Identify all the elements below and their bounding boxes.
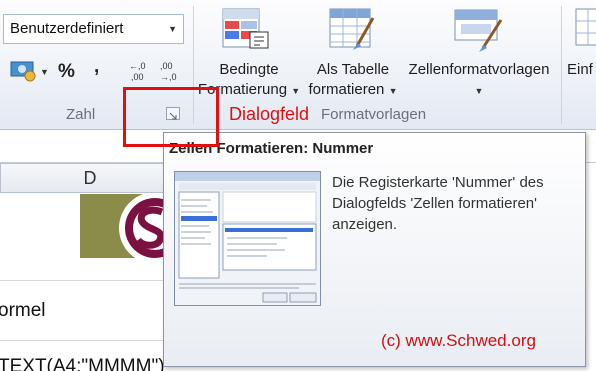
increase-decimal-icon: ←,0 ,00 xyxy=(129,61,146,82)
group-label-number: Zahl xyxy=(66,106,96,123)
logo-image xyxy=(80,194,163,258)
format-as-table-label-2: formatieren xyxy=(308,81,385,98)
chevron-down-icon[interactable]: ▼ xyxy=(168,15,177,43)
cell-styles-label: Zellenformatvorlagen xyxy=(408,61,550,78)
highlight-box xyxy=(123,87,219,147)
decrease-decimal-icon: ,00 →,0 xyxy=(160,61,177,82)
percent-style-button[interactable]: % xyxy=(58,61,75,83)
increase-decimal-button[interactable]: ←,0 ,00 xyxy=(127,60,151,82)
insert-cells-label[interactable]: Einf xyxy=(567,60,593,80)
svg-text:,00: ,00 xyxy=(131,72,144,82)
currency-dropdown-icon[interactable]: ▼ xyxy=(40,67,49,77)
conditional-formatting-icon[interactable] xyxy=(220,6,272,54)
svg-text:←,0: ←,0 xyxy=(129,61,146,71)
currency-icon xyxy=(10,61,36,82)
cell-styles-button[interactable]: Zellenformatvorlagen ▼ xyxy=(401,60,557,101)
comma-style-button[interactable]: , xyxy=(94,56,99,78)
chevron-down-icon: ▼ xyxy=(474,86,484,96)
insert-cells-icon[interactable] xyxy=(574,6,596,54)
schwed-logo-icon xyxy=(119,194,163,258)
chevron-down-icon: ▼ xyxy=(291,86,301,96)
number-format-value: Benutzerdefiniert xyxy=(10,20,124,37)
row-gridline xyxy=(0,280,163,281)
group-label-styles: Formatvorlagen xyxy=(321,106,427,123)
column-header-d[interactable]: D xyxy=(0,163,180,193)
svg-text:,00: ,00 xyxy=(160,61,173,71)
cell-styles-icon[interactable] xyxy=(451,6,507,54)
accounting-format-button[interactable] xyxy=(10,60,38,82)
dialog-annotation-label: Dialogfeld xyxy=(229,104,310,124)
number-format-combo[interactable]: Benutzerdefiniert ▼ xyxy=(3,14,184,44)
format-as-table-button[interactable]: Als Tabelle formatieren ▼ xyxy=(303,60,403,101)
format-as-table-icon[interactable] xyxy=(327,6,379,54)
svg-text:→,0: →,0 xyxy=(160,72,177,82)
format-as-table-label-1: Als Tabelle xyxy=(316,61,390,78)
tooltip: Zellen Formatieren: Nummer Die Registerk… xyxy=(163,132,586,367)
dialog-preview-image xyxy=(174,171,321,306)
chevron-down-icon: ▼ xyxy=(388,86,398,96)
tooltip-description: Die Registerkarte 'Nummer' des Dialogfel… xyxy=(332,174,544,233)
row-gridline xyxy=(0,340,163,341)
copyright-text: (c) www.Schwed.org xyxy=(381,331,536,350)
cell-text-formel[interactable]: ormel xyxy=(0,300,46,322)
conditional-formatting-label-1: Bedingte xyxy=(219,61,279,78)
group-separator xyxy=(561,6,562,124)
cell-text-formula[interactable]: TEXT(A4;"MMMM") xyxy=(0,356,165,371)
decrease-decimal-button[interactable]: ,00 →,0 xyxy=(158,60,182,82)
